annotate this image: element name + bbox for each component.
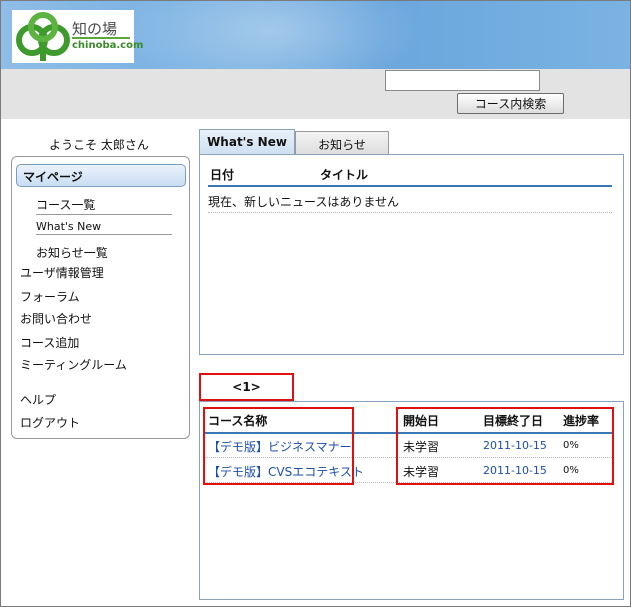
sidebar-item-meeting-room[interactable]: ミーティングルーム <box>20 356 127 373</box>
sidebar-item-add-course[interactable]: コース追加 <box>20 334 79 351</box>
course-panel: コース名称 開始日 目標終了日 進捗率 【デモ版】ビジネスマナー 未学習 201… <box>199 401 624 600</box>
course-search-button[interactable]: コース内検索 <box>457 93 564 114</box>
highlight-course-dates <box>396 407 614 485</box>
site-logo[interactable]: 知の場 chinoba.com <box>12 10 143 63</box>
news-panel: 日付 タイトル 現在、新しいニュースはありません <box>199 154 624 355</box>
sidebar-item-mypage[interactable]: マイページ <box>16 164 186 187</box>
app-frame: 知の場 chinoba.com コース内検索 ようこそ 太郎さん マイページ コ… <box>0 0 631 607</box>
sidebar-menu: マイページ コース一覧 What's New お知らせ一覧 ユーザ情報管理 フォ… <box>11 156 190 439</box>
sidebar-item-logout[interactable]: ログアウト <box>20 414 80 431</box>
sidebar-item-help[interactable]: ヘルプ <box>20 391 56 408</box>
news-col-title: タイトル <box>320 168 369 182</box>
sidebar-subitem-notice-list[interactable]: お知らせ一覧 <box>36 244 172 262</box>
welcome-message: ようこそ 太郎さん <box>49 138 149 152</box>
tab-notices[interactable]: お知らせ <box>295 131 389 154</box>
search-bar: コース内検索 <box>1 69 630 119</box>
news-col-date: 日付 <box>210 168 235 182</box>
tab-whats-new[interactable]: What's New <box>199 129 295 154</box>
course-page-tab[interactable]: <1> <box>199 373 294 401</box>
clover-logo-icon <box>16 12 70 61</box>
logo-english-text: chinoba.com <box>72 40 144 51</box>
logo-japanese-text: 知の場 <box>72 20 118 38</box>
highlight-course-names <box>203 407 354 485</box>
sidebar-subitem-whats-new[interactable]: What's New <box>36 220 172 235</box>
sidebar-item-user-info[interactable]: ユーザ情報管理 <box>20 264 104 281</box>
news-empty-message: 現在、新しいニュースはありません <box>208 193 612 213</box>
logo-underline <box>72 37 130 39</box>
banner-decoration <box>121 1 421 69</box>
sidebar-item-forum[interactable]: フォーラム <box>20 288 80 305</box>
course-search-input[interactable] <box>385 70 540 91</box>
news-table-header: 日付 タイトル <box>208 165 612 187</box>
header-banner: 知の場 chinoba.com <box>1 1 630 69</box>
sidebar-item-contact[interactable]: お問い合わせ <box>20 310 92 327</box>
sidebar-subitem-course-list[interactable]: コース一覧 <box>36 196 172 215</box>
